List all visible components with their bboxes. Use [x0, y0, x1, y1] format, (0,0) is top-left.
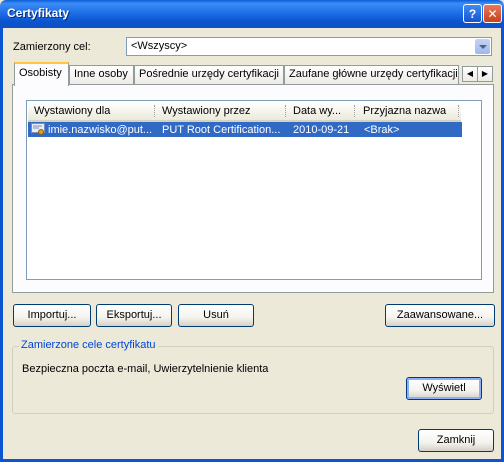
view-button[interactable]: Wyświetl: [406, 377, 482, 400]
certificates-dialog: Certyfikaty ? ✕ Zamierzony cel: <Wszyscy…: [0, 0, 504, 462]
purpose-value: <Wszyscy>: [131, 40, 188, 52]
export-button[interactable]: Eksportuj...: [96, 304, 172, 327]
help-button[interactable]: ?: [463, 4, 482, 23]
purpose-combobox[interactable]: <Wszyscy>: [126, 37, 492, 56]
purpose-label: Zamierzony cel:: [13, 41, 91, 53]
tab-intermediate-ca[interactable]: Pośrednie urzędy certyfikacji: [134, 65, 284, 84]
tab-scroll-left-icon[interactable]: ◀: [462, 66, 478, 82]
close-button[interactable]: Zamknij: [418, 429, 494, 452]
tab-other-people[interactable]: Inne osoby: [69, 65, 134, 84]
tab-trusted-root-ca[interactable]: Zaufane główne urzędy certyfikacji: [284, 65, 459, 84]
window-title: Certyfikaty: [7, 6, 70, 20]
column-header-expiration[interactable]: Data wy...: [287, 102, 357, 122]
column-separator[interactable]: [458, 105, 460, 117]
close-window-button[interactable]: ✕: [483, 4, 502, 23]
cell-expiration: 2010-09-21: [293, 124, 350, 136]
remove-button[interactable]: Usuń: [178, 304, 254, 327]
cell-issued-by: PUT Root Certification...: [162, 124, 281, 136]
column-header-friendly-name[interactable]: Przyjazna nazwa: [357, 102, 461, 122]
chevron-down-icon[interactable]: [475, 39, 490, 54]
title-bar[interactable]: Certyfikaty ? ✕: [0, 0, 504, 28]
cell-issued-to: imie.nazwisko@put...: [48, 124, 152, 136]
column-separator[interactable]: [354, 105, 356, 117]
certificate-icon: [31, 123, 45, 135]
group-title: Zamierzone cele certyfikatu: [19, 339, 158, 351]
purposes-text: Bezpieczna poczta e-mail, Uwierzytelnien…: [22, 363, 269, 375]
column-header-issued-by[interactable]: Wystawiony przez: [156, 102, 287, 122]
cell-friendly-name: <Brak>: [364, 124, 400, 136]
import-button[interactable]: Importuj...: [13, 304, 91, 327]
tab-personal[interactable]: Osobisty: [14, 62, 69, 86]
advanced-button[interactable]: Zaawansowane...: [385, 304, 495, 327]
window-border-left: [0, 28, 3, 462]
tab-scroll-right-icon[interactable]: ▶: [477, 66, 493, 82]
column-header-issued-to[interactable]: Wystawiony dla: [28, 102, 156, 122]
